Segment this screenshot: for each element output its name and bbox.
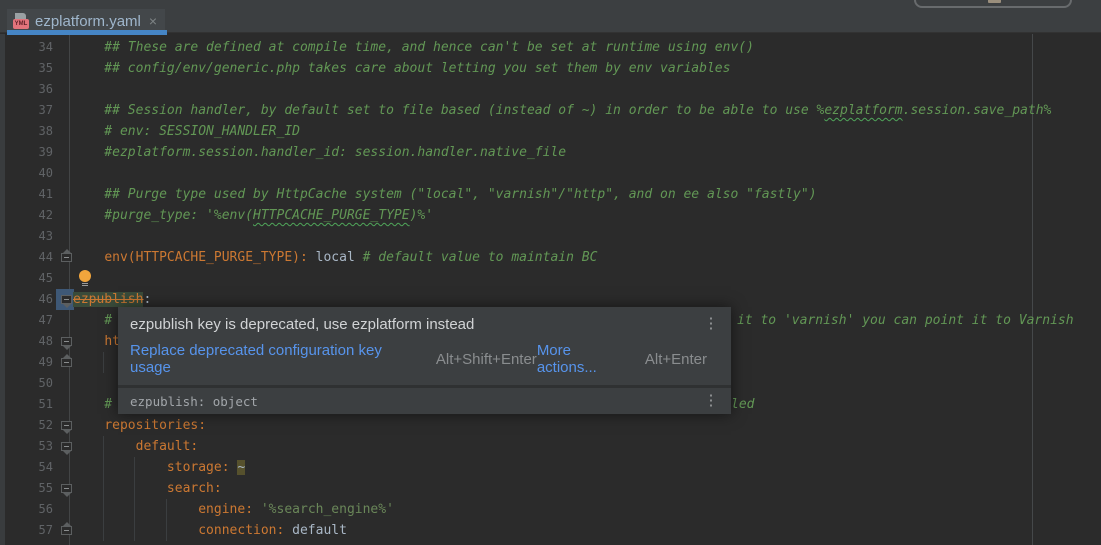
code-text: ht [73, 331, 120, 352]
yaml-badge: YML [13, 19, 29, 29]
line-number: 46 [0, 289, 53, 310]
code-text: # env: SESSION_HANDLER_ID [73, 121, 300, 142]
code-editor[interactable]: 34 ## These are defined at compile time,… [0, 34, 1101, 545]
code-text: ## These are defined at compile time, an… [73, 37, 754, 58]
code-line[interactable]: 45 [0, 268, 1101, 289]
line-number: 49 [0, 352, 53, 373]
line-number: 45 [0, 268, 53, 289]
fold-marker[interactable] [61, 337, 72, 346]
deprecation-message: ezpublish key is deprecated, use ezplatf… [130, 316, 703, 333]
code-line[interactable]: 34 ## These are defined at compile time,… [0, 37, 1101, 58]
code-line[interactable]: 56 engine: '%search_engine%' [0, 499, 1101, 520]
line-number: 54 [0, 457, 53, 478]
line-number: 36 [0, 79, 53, 100]
code-line[interactable]: 38 # env: SESSION_HANDLER_ID [0, 121, 1101, 142]
code-line[interactable]: 43 [0, 226, 1101, 247]
code-text: #ezplatform.session.handler_id: session.… [73, 142, 566, 163]
tab-close-icon[interactable]: × [149, 13, 157, 29]
more-actions-link[interactable]: More actions... [537, 342, 635, 376]
code-text: connection: default [73, 520, 347, 541]
code-text: ## config/env/generic.php takes care abo… [73, 58, 730, 79]
code-line[interactable]: 55 search: [0, 478, 1101, 499]
tab-title: ezplatform.yaml [35, 13, 141, 30]
code-text: default: [73, 436, 198, 457]
toolbar-mini-icon [988, 0, 1001, 3]
fold-marker[interactable] [61, 526, 72, 535]
shortcut-hint: Alt+Enter [645, 351, 707, 368]
line-number: 51 [0, 394, 53, 415]
line-number: 43 [0, 226, 53, 247]
code-text: env(HTTPCACHE_PURGE_TYPE): local # defau… [73, 247, 597, 268]
yaml-file-icon: YML [13, 13, 29, 29]
code-line[interactable]: 37 ## Session handler, by default set to… [0, 100, 1101, 121]
code-text: ## Session handler, by default set to fi… [73, 100, 1051, 121]
line-number: 50 [0, 373, 53, 394]
code-text: storage: ~ [73, 457, 245, 478]
line-number: 34 [0, 37, 53, 58]
code-text: repositories: [73, 415, 206, 436]
toolbar-widget-cutoff[interactable] [914, 0, 1072, 8]
code-line[interactable]: 42 #purge_type: '%env(HTTPCACHE_PURGE_TY… [0, 205, 1101, 226]
editor-tab-bar: YML ezplatform.yaml × [0, 0, 1101, 33]
line-number: 37 [0, 100, 53, 121]
line-number: 41 [0, 184, 53, 205]
line-number: 52 [0, 415, 53, 436]
fold-marker[interactable] [61, 442, 72, 451]
line-number: 39 [0, 142, 53, 163]
replace-deprecated-key-action[interactable]: Replace deprecated configuration key usa… [130, 342, 426, 376]
code-line[interactable]: 53 default: [0, 436, 1101, 457]
code-line[interactable]: 54 storage: ~ [0, 457, 1101, 478]
code-text: ## Purge type used by HttpCache system (… [73, 184, 817, 205]
intention-bulb-icon[interactable] [78, 270, 92, 287]
line-number: 44 [0, 247, 53, 268]
code-text: #led [73, 394, 112, 415]
code-text: engine: '%search_engine%' [73, 499, 394, 520]
line-number: 35 [0, 58, 53, 79]
line-number: 53 [0, 436, 53, 457]
code-line[interactable]: 35 ## config/env/generic.php takes care … [0, 58, 1101, 79]
fold-marker[interactable] [61, 484, 72, 493]
code-line[interactable]: 36 [0, 79, 1101, 100]
code-line[interactable]: 39 #ezplatform.session.handler_id: sessi… [0, 142, 1101, 163]
line-number: 55 [0, 478, 53, 499]
line-number: 48 [0, 331, 53, 352]
code-line[interactable]: 57 connection: default [0, 520, 1101, 541]
fold-marker[interactable] [61, 295, 72, 304]
code-line[interactable]: 52 repositories: [0, 415, 1101, 436]
code-line[interactable]: 40 [0, 163, 1101, 184]
code-text: #purge_type: '%env(HTTPCACHE_PURGE_TYPE)… [73, 205, 433, 226]
shortcut-hint: Alt+Shift+Enter [436, 351, 537, 368]
indent-guide [103, 352, 104, 373]
line-number: 42 [0, 205, 53, 226]
fold-marker[interactable] [61, 421, 72, 430]
code-line[interactable]: 44 env(HTTPCACHE_PURGE_TYPE): local # de… [0, 247, 1101, 268]
line-number: 40 [0, 163, 53, 184]
line-number: 47 [0, 310, 53, 331]
code-text: search: [73, 478, 222, 499]
active-tab-indicator [7, 30, 167, 35]
code-text: #it to 'varnish' you can point it to Var… [73, 310, 112, 331]
kebab-menu-icon[interactable]: ⋮ [703, 316, 719, 332]
line-number: 38 [0, 121, 53, 142]
intention-popup: ezpublish key is deprecated, use ezplatf… [118, 307, 731, 414]
doc-hint-text: ezpublish: object [130, 394, 703, 409]
doc-kebab-menu-icon[interactable]: ⋮ [703, 393, 719, 409]
fold-marker[interactable] [61, 253, 72, 262]
code-line[interactable]: 41 ## Purge type used by HttpCache syste… [0, 184, 1101, 205]
fold-marker[interactable] [61, 358, 72, 367]
line-number: 57 [0, 520, 53, 541]
line-number: 56 [0, 499, 53, 520]
